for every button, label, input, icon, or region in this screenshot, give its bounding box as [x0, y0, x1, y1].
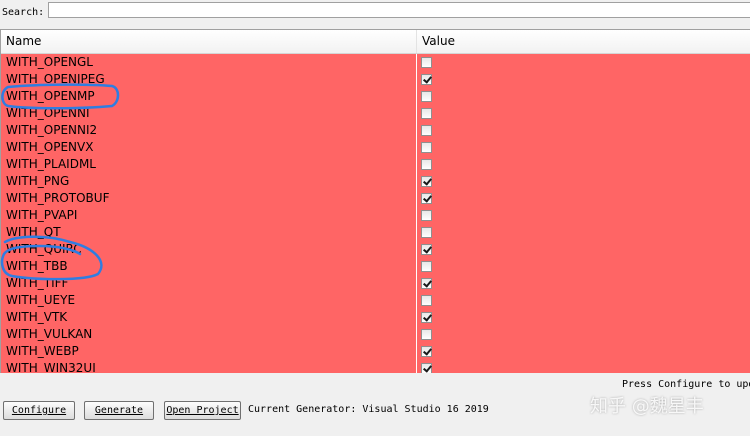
- table-row[interactable]: WITH_OPENGL: [1, 54, 750, 71]
- table-row[interactable]: WITH_PVAPI: [1, 207, 750, 224]
- variable-name: WITH_OPENJPEG: [1, 71, 417, 88]
- variable-value: [417, 224, 750, 241]
- variable-name: WITH_PVAPI: [1, 207, 417, 224]
- status-message: Press Configure to upd: [622, 379, 750, 390]
- table-row[interactable]: WITH_OPENVX: [1, 139, 750, 156]
- variable-value: [417, 241, 750, 258]
- checkbox-unchecked[interactable]: [421, 159, 432, 170]
- table-rows: WITH_OPENGL WITH_OPENJPEG WITH_OPENMP WITH_…: [1, 54, 750, 373]
- variable-name: WITH_OPENVX: [1, 139, 417, 156]
- checkbox-unchecked[interactable]: [421, 329, 432, 340]
- checkbox-checked[interactable]: [421, 74, 432, 85]
- variable-value: [417, 292, 750, 309]
- variable-name: WITH_TIFF: [1, 275, 417, 292]
- open-project-button[interactable]: Open Project: [164, 401, 241, 420]
- search-bar: Search:: [0, 0, 750, 24]
- variable-name: WITH_WIN32UI: [1, 360, 417, 373]
- variable-name: WITH_VULKAN: [1, 326, 417, 343]
- variable-name: WITH_OPENNI2: [1, 122, 417, 139]
- checkbox-checked[interactable]: [421, 278, 432, 289]
- generate-button[interactable]: Generate: [84, 401, 154, 420]
- variable-value: [417, 207, 750, 224]
- variable-value: [417, 156, 750, 173]
- table-row[interactable]: WITH_TIFF: [1, 275, 750, 292]
- configure-button-label: Configure: [11, 405, 67, 416]
- variable-name: WITH_PNG: [1, 173, 417, 190]
- variable-name: WITH_VTK: [1, 309, 417, 326]
- table-row[interactable]: WITH_VTK: [1, 309, 750, 326]
- table-row[interactable]: WITH_UEYE: [1, 292, 750, 309]
- variable-value: [417, 71, 750, 88]
- checkbox-unchecked[interactable]: [421, 227, 432, 238]
- configure-button[interactable]: Configure: [3, 401, 75, 420]
- table-row[interactable]: WITH_OPENNI: [1, 105, 750, 122]
- table-row[interactable]: WITH_PNG: [1, 173, 750, 190]
- generate-button-label: Generate: [94, 405, 144, 416]
- checkbox-unchecked[interactable]: [421, 125, 432, 136]
- checkbox-unchecked[interactable]: [421, 108, 432, 119]
- checkbox-checked[interactable]: [421, 312, 432, 323]
- cache-variables-table: Name Value WITH_OPENGL WITH_OPENJPEG WITH_…: [0, 29, 750, 373]
- variable-value: [417, 258, 750, 275]
- checkbox-unchecked[interactable]: [421, 210, 432, 221]
- table-row[interactable]: WITH_PROTOBUF: [1, 190, 750, 207]
- checkbox-unchecked[interactable]: [421, 261, 432, 272]
- variable-value: [417, 122, 750, 139]
- checkbox-unchecked[interactable]: [421, 142, 432, 153]
- variable-value: [417, 275, 750, 292]
- variable-name: WITH_OPENGL: [1, 54, 417, 71]
- table-row[interactable]: WITH_OPENMP: [1, 88, 750, 105]
- checkbox-checked[interactable]: [421, 363, 432, 373]
- column-header-value[interactable]: Value: [417, 30, 750, 53]
- variable-name: WITH_UEYE: [1, 292, 417, 309]
- table-header: Name Value: [1, 30, 750, 54]
- zhihu-watermark: 知乎 @魏星丰: [590, 396, 704, 417]
- variable-name: WITH_QT: [1, 224, 417, 241]
- table-row[interactable]: WITH_OPENNI2: [1, 122, 750, 139]
- variable-value: [417, 343, 750, 360]
- variable-name: WITH_OPENNI: [1, 105, 417, 122]
- open-project-button-label: Open Project: [166, 405, 239, 416]
- table-row[interactable]: WITH_WEBP: [1, 343, 750, 360]
- checkbox-checked[interactable]: [421, 176, 432, 187]
- variable-name: WITH_PROTOBUF: [1, 190, 417, 207]
- variable-value: [417, 173, 750, 190]
- variable-value: [417, 190, 750, 207]
- variable-name: WITH_PLAIDML: [1, 156, 417, 173]
- variable-name: WITH_WEBP: [1, 343, 417, 360]
- table-row[interactable]: WITH_VULKAN: [1, 326, 750, 343]
- table-row[interactable]: WITH_TBB: [1, 258, 750, 275]
- checkbox-unchecked[interactable]: [421, 91, 432, 102]
- column-header-name[interactable]: Name: [1, 30, 417, 53]
- checkbox-unchecked[interactable]: [421, 295, 432, 306]
- cmake-gui-window: Search: Name Value WITH_OPENGL WITH_OPENJ…: [0, 0, 750, 436]
- table-row[interactable]: WITH_WIN32UI: [1, 360, 750, 373]
- variable-name: WITH_QUIRC: [1, 241, 417, 258]
- current-generator-label: Current Generator: Visual Studio 16 2019: [248, 404, 489, 415]
- search-input[interactable]: [48, 2, 750, 18]
- variable-value: [417, 360, 750, 373]
- variable-value: [417, 309, 750, 326]
- table-row[interactable]: WITH_PLAIDML: [1, 156, 750, 173]
- checkbox-checked[interactable]: [421, 244, 432, 255]
- variable-name: WITH_OPENMP: [1, 88, 417, 105]
- table-row[interactable]: WITH_OPENJPEG: [1, 71, 750, 88]
- table-row[interactable]: WITH_QT: [1, 224, 750, 241]
- variable-name: WITH_TBB: [1, 258, 417, 275]
- variable-value: [417, 139, 750, 156]
- checkbox-unchecked[interactable]: [421, 57, 432, 68]
- checkbox-checked[interactable]: [421, 346, 432, 357]
- variable-value: [417, 88, 750, 105]
- variable-value: [417, 326, 750, 343]
- table-row[interactable]: WITH_QUIRC: [1, 241, 750, 258]
- variable-value: [417, 105, 750, 122]
- checkbox-checked[interactable]: [421, 193, 432, 204]
- variable-value: [417, 54, 750, 71]
- search-label: Search:: [2, 6, 45, 18]
